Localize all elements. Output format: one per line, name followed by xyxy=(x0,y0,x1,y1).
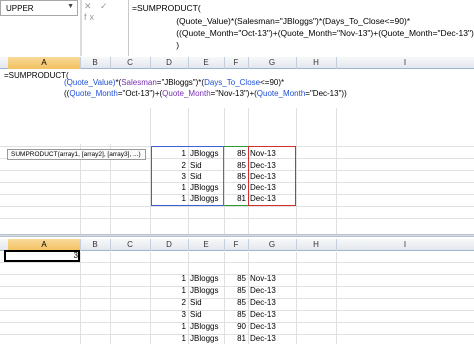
column-header-row-upper: A B C D E F G H I xyxy=(0,57,474,69)
column-header-b[interactable]: B xyxy=(80,239,111,251)
lower-data-block: 1 JBloggs 85 Nov-13 1 JBloggs 85 Dec-13 … xyxy=(0,262,474,345)
table-cell[interactable]: 85 xyxy=(224,285,246,297)
column-header-f[interactable]: F xyxy=(224,57,249,69)
range-highlight-red xyxy=(248,146,296,206)
column-header-a[interactable]: A xyxy=(8,57,81,69)
table-cell[interactable]: 85 xyxy=(224,273,246,285)
formula-line-4: ) xyxy=(129,40,180,50)
column-header-g[interactable]: G xyxy=(248,57,297,69)
pane-split-bar[interactable] xyxy=(0,234,474,237)
column-header-i[interactable]: I xyxy=(336,239,474,251)
formula-line-1: =SUMPRODUCT( xyxy=(132,3,201,13)
table-cell[interactable]: JBloggs xyxy=(190,333,218,345)
table-cell[interactable]: Dec-13 xyxy=(250,321,276,333)
table-cell[interactable]: Nov-13 xyxy=(250,273,276,285)
range-highlight-blue xyxy=(151,146,224,206)
column-header-g[interactable]: G xyxy=(248,239,297,251)
table-cell[interactable]: Dec-13 xyxy=(250,333,276,345)
table-cell[interactable]: 1 xyxy=(150,273,186,285)
formula-bar-divider[interactable] xyxy=(80,0,82,56)
table-cell[interactable]: 3 xyxy=(150,309,186,321)
chevron-down-icon[interactable]: ▼ xyxy=(67,3,74,10)
edit-line-3: ((Quote_Month="Oct-13")+(Quote_Month="No… xyxy=(64,89,347,98)
column-header-f[interactable]: F xyxy=(224,239,249,251)
column-header-e[interactable]: E xyxy=(188,239,225,251)
name-box-value: UPPER xyxy=(6,4,34,13)
table-cell[interactable]: 90 xyxy=(224,321,246,333)
formula-bar-input[interactable]: =SUMPRODUCT( (Quote_Value)*(Salesman="JB… xyxy=(128,0,474,56)
column-header-d[interactable]: D xyxy=(150,239,189,251)
column-header-i[interactable]: I xyxy=(336,57,474,69)
table-cell[interactable]: Dec-13 xyxy=(250,309,276,321)
cell-edit-box[interactable]: =SUMPRODUCT( (Quote_Value)*(Salesman="JB… xyxy=(4,70,348,108)
table-cell[interactable]: 81 xyxy=(224,333,246,345)
column-header-h[interactable]: H xyxy=(296,57,337,69)
table-cell[interactable]: 2 xyxy=(150,297,186,309)
result-cell[interactable]: 3 xyxy=(8,250,78,262)
formula-line-3: ((Quote_Month="Oct-13")+(Quote_Month="No… xyxy=(129,28,474,38)
column-header-b[interactable]: B xyxy=(80,57,111,69)
formula-line-2: (Quote_Value)*(Salesman="JBloggs")*(Days… xyxy=(129,16,411,26)
table-cell[interactable]: JBloggs xyxy=(190,273,218,285)
table-cell[interactable]: 85 xyxy=(224,297,246,309)
column-header-d[interactable]: D xyxy=(150,57,189,69)
range-highlight-green xyxy=(223,146,249,206)
table-cell[interactable]: JBloggs xyxy=(190,285,218,297)
table-cell[interactable]: 1 xyxy=(150,285,186,297)
column-header-h[interactable]: H xyxy=(296,239,337,251)
edit-line-1: =SUMPRODUCT( xyxy=(4,71,69,80)
column-header-c[interactable]: C xyxy=(110,57,151,69)
table-cell[interactable]: JBloggs xyxy=(190,321,218,333)
table-cell[interactable]: Dec-13 xyxy=(250,297,276,309)
table-cell[interactable]: 85 xyxy=(224,309,246,321)
table-cell[interactable]: 1 xyxy=(150,321,186,333)
table-cell[interactable]: 1 xyxy=(150,333,186,345)
column-header-c[interactable]: C xyxy=(110,239,151,251)
name-box[interactable]: UPPER ▼ xyxy=(0,0,78,16)
formula-bar-icons: ✕ ✓ fx xyxy=(84,1,111,22)
table-cell[interactable]: Sid xyxy=(190,297,202,309)
column-header-e[interactable]: E xyxy=(188,57,225,69)
table-cell[interactable]: Sid xyxy=(190,309,202,321)
table-cell[interactable]: Dec-13 xyxy=(250,285,276,297)
